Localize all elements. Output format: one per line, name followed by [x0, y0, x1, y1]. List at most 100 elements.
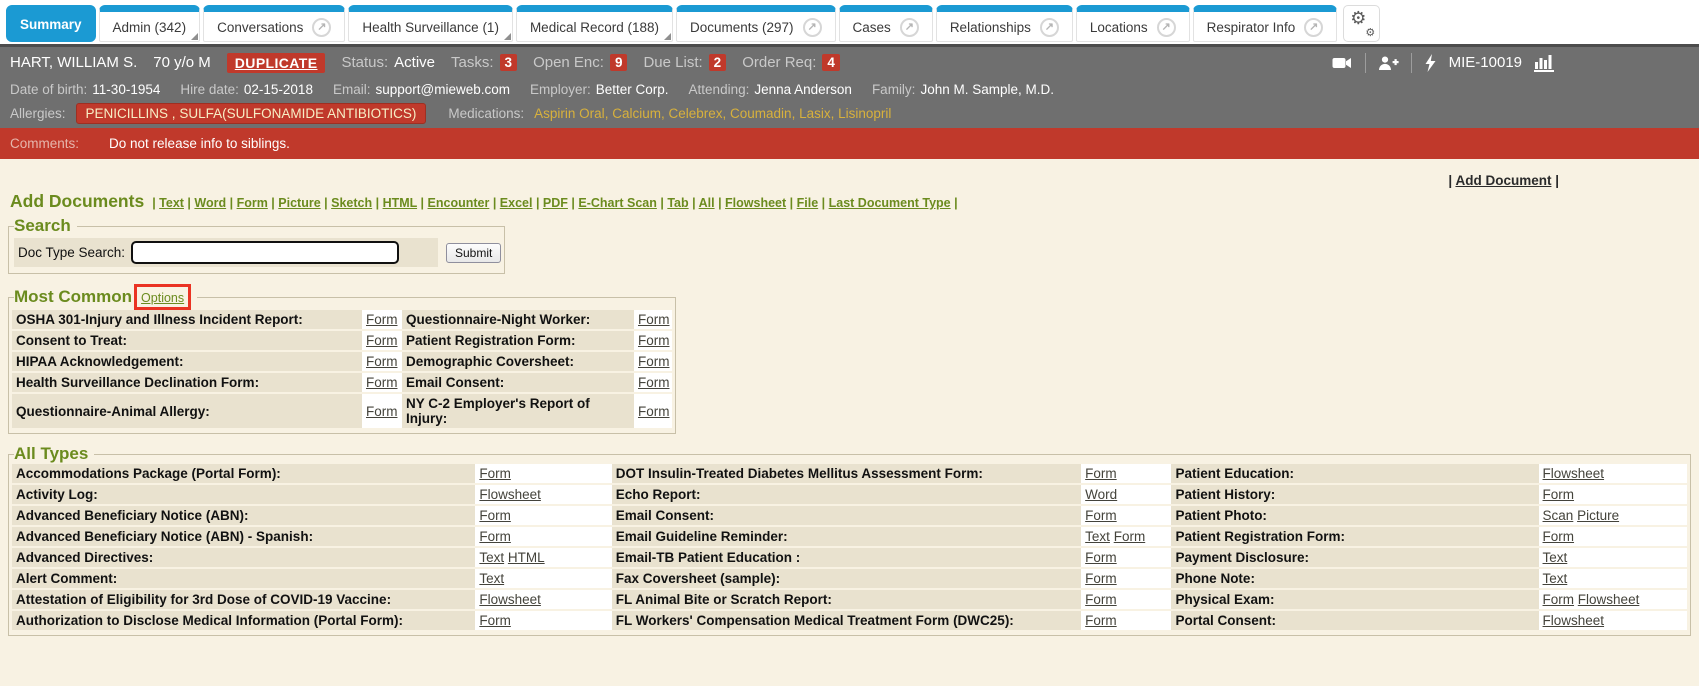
doc-link-form[interactable]: Form	[1543, 487, 1575, 502]
tab-summary[interactable]: Summary	[6, 5, 96, 42]
doc-link-word[interactable]: Word	[1085, 487, 1117, 502]
doc-link-form[interactable]: Form	[638, 354, 670, 369]
type-link-excel[interactable]: Excel	[500, 196, 533, 210]
allergies-value[interactable]: PENICILLINS , SULFA(SULFONAMIDE ANTIBIOT…	[76, 103, 427, 124]
medication-link-aspirin-oral[interactable]: Aspirin Oral	[534, 106, 605, 121]
tab-relationships[interactable]: Relationships ↗	[936, 5, 1073, 42]
tab-medical-record-188[interactable]: Medical Record (188)	[516, 5, 673, 42]
tab-cases[interactable]: Cases↗	[839, 5, 933, 42]
doc-link-form[interactable]: Form	[366, 375, 398, 390]
medication-link-coumadin[interactable]: Coumadin	[730, 106, 792, 121]
tab-conversations[interactable]: Conversations↗	[203, 5, 345, 42]
doc-type-search-input[interactable]	[131, 241, 399, 264]
type-link-sketch[interactable]: Sketch	[331, 196, 372, 210]
doc-link-form[interactable]: Form	[1085, 592, 1117, 607]
duplicate-flag[interactable]: DUPLICATE	[227, 53, 326, 73]
doc-type-name-text: Accommodations Package (Portal Form):	[16, 466, 281, 481]
doc-link-form[interactable]: Form	[638, 333, 670, 348]
doc-type-name: Phone Note:	[1171, 568, 1538, 589]
medication-link-celebrex[interactable]: Celebrex	[668, 106, 722, 121]
doc-link-text[interactable]: Text	[1543, 571, 1568, 586]
doc-link-flowsheet[interactable]: Flowsheet	[1543, 466, 1605, 481]
type-link-tab[interactable]: Tab	[667, 196, 688, 210]
type-link-file[interactable]: File	[797, 196, 819, 210]
doc-link-form[interactable]: Form	[638, 375, 670, 390]
options-link[interactable]: Options	[141, 291, 184, 305]
tab-admin-342[interactable]: Admin (342)	[99, 5, 201, 42]
settings-button[interactable]: ⚙ ⚙	[1343, 5, 1380, 42]
doc-link-scan[interactable]: Scan	[1543, 508, 1574, 523]
counter-badge[interactable]: 3	[500, 54, 518, 71]
add-user-icon[interactable]	[1378, 55, 1399, 71]
type-link-html[interactable]: HTML	[383, 196, 418, 210]
doc-link-form[interactable]: Form	[479, 529, 511, 544]
tab-locations[interactable]: Locations↗	[1076, 5, 1190, 42]
popout-icon[interactable]: ↗	[803, 18, 822, 37]
tab-respirator-info[interactable]: Respirator Info↗	[1193, 5, 1338, 42]
gear-icon: ⚙	[1350, 8, 1366, 29]
doc-link-flowsheet[interactable]: Flowsheet	[1578, 592, 1640, 607]
popout-icon[interactable]: ↗	[1157, 18, 1176, 37]
doc-link-html[interactable]: HTML	[508, 550, 545, 565]
type-link-flowsheet[interactable]: Flowsheet	[725, 196, 786, 210]
type-link-e-chart-scan[interactable]: E-Chart Scan	[578, 196, 657, 210]
popout-icon[interactable]: ↗	[900, 18, 919, 37]
doc-link-form[interactable]: Form	[366, 404, 398, 419]
doc-link-form[interactable]: Form	[1085, 571, 1117, 586]
doc-link-text[interactable]: Text	[479, 550, 504, 565]
medication-link-calcium[interactable]: Calcium	[612, 106, 661, 121]
doc-type-links: Form	[475, 526, 611, 547]
doc-link-form[interactable]: Form	[479, 466, 511, 481]
doc-link-form[interactable]: Form	[1085, 613, 1117, 628]
doc-link-form[interactable]: Form	[638, 312, 670, 327]
doc-link-text[interactable]: Text	[1085, 529, 1110, 544]
doc-type-name-text: Advanced Beneficiary Notice (ABN):	[16, 508, 249, 523]
type-link-picture[interactable]: Picture	[278, 196, 320, 210]
doc-link-form[interactable]: Form	[366, 354, 398, 369]
type-link-word[interactable]: Word	[194, 196, 226, 210]
tab-label: Relationships	[950, 20, 1031, 35]
doc-link-flowsheet[interactable]: Flowsheet	[479, 592, 541, 607]
doc-link-text[interactable]: Text	[479, 571, 504, 586]
add-document-link[interactable]: Add Document	[1455, 173, 1551, 188]
doc-link-form[interactable]: Form	[1085, 508, 1117, 523]
lightning-icon[interactable]	[1424, 54, 1437, 72]
tab-documents-297[interactable]: Documents (297)↗	[676, 5, 836, 42]
doc-link-form[interactable]: Form	[1543, 529, 1575, 544]
medication-link-lasix[interactable]: Lasix	[799, 106, 831, 121]
doc-link-form[interactable]: Form	[366, 312, 398, 327]
counter-badge[interactable]: 4	[822, 54, 840, 71]
type-link-text[interactable]: Text	[159, 196, 184, 210]
type-link-form[interactable]: Form	[237, 196, 268, 210]
counter-badge[interactable]: 2	[709, 54, 727, 71]
type-link-last-document-type[interactable]: Last Document Type	[829, 196, 951, 210]
chart-stats-icon[interactable]	[1534, 54, 1554, 72]
type-link-encounter[interactable]: Encounter	[428, 196, 490, 210]
doc-link-flowsheet[interactable]: Flowsheet	[479, 487, 541, 502]
doc-link-picture[interactable]: Picture	[1577, 508, 1619, 523]
add-documents-title: Add Documents	[10, 191, 144, 212]
doc-link-form[interactable]: Form	[1085, 550, 1117, 565]
doc-link-form[interactable]: Form	[479, 508, 511, 523]
type-link-all[interactable]: All	[699, 196, 715, 210]
doc-link-flowsheet[interactable]: Flowsheet	[1543, 613, 1605, 628]
popout-icon[interactable]: ↗	[312, 18, 331, 37]
popout-icon[interactable]: ↗	[1040, 18, 1059, 37]
tab-health-surveillance-1[interactable]: Health Surveillance (1)	[348, 5, 513, 42]
tab-bar: SummaryAdmin (342)Conversations↗Health S…	[0, 0, 1699, 44]
counter-badge[interactable]: 9	[610, 54, 628, 71]
submit-button[interactable]: Submit	[446, 243, 501, 263]
doc-link-form[interactable]: Form	[638, 404, 670, 419]
doc-type-name: Email-TB Patient Education :	[612, 547, 1081, 568]
doc-link-form[interactable]: Form	[1543, 592, 1575, 607]
popout-icon[interactable]: ↗	[1304, 18, 1323, 37]
video-icon[interactable]	[1331, 55, 1353, 71]
doc-link-form[interactable]: Form	[1114, 529, 1146, 544]
type-link-pdf[interactable]: PDF	[543, 196, 568, 210]
medication-link-lisinopril[interactable]: Lisinopril	[838, 106, 891, 121]
doc-link-text[interactable]: Text	[1543, 550, 1568, 565]
doc-type-name-text: Phone Note:	[1175, 571, 1255, 586]
doc-link-form[interactable]: Form	[366, 333, 398, 348]
doc-link-form[interactable]: Form	[1085, 466, 1117, 481]
doc-link-form[interactable]: Form	[479, 613, 511, 628]
